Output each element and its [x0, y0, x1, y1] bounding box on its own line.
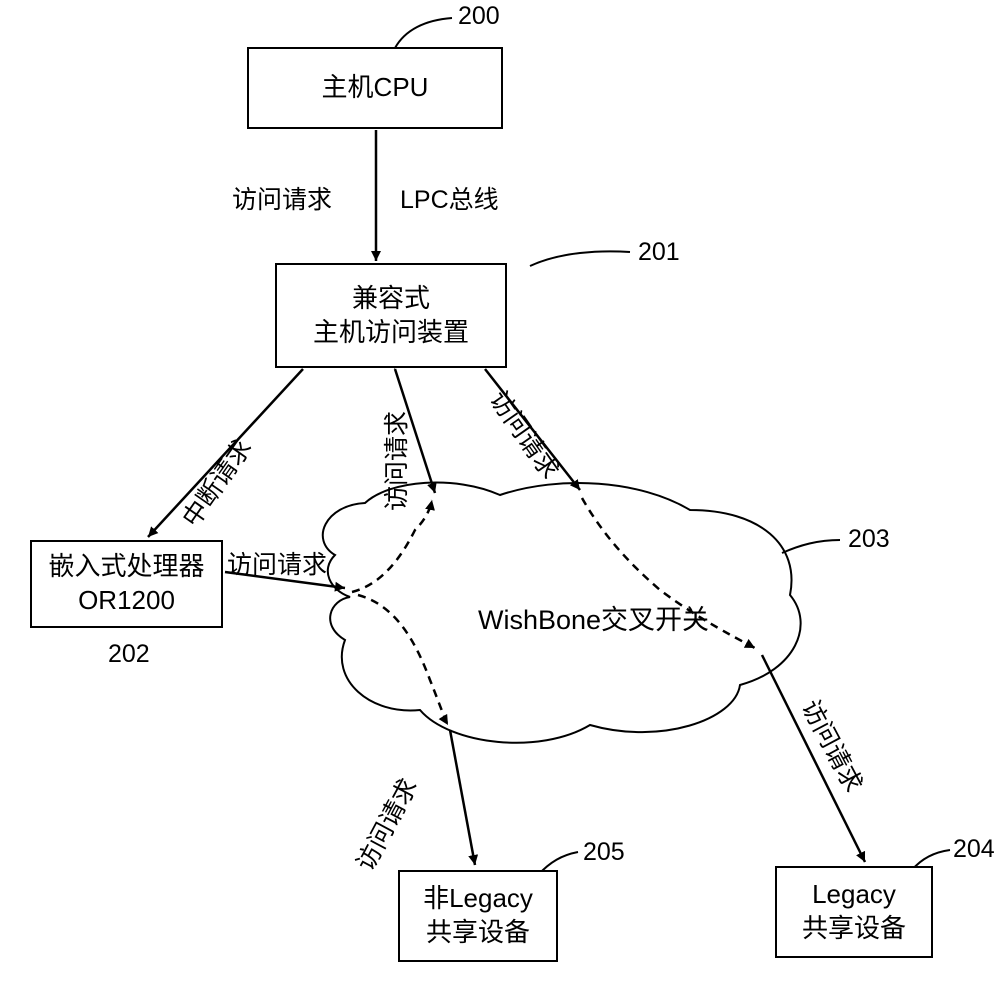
legacy-line1: Legacy: [812, 878, 896, 912]
host-access-line1: 兼容式: [352, 282, 430, 316]
crossbar-label: WishBone交叉开关: [478, 598, 709, 637]
host-cpu-label: 主机CPU: [322, 71, 429, 105]
ref-203: 203: [848, 525, 890, 554]
ref-201: 201: [638, 238, 680, 267]
label-interrupt-request: 中断请求: [172, 431, 259, 534]
ref-205: 205: [583, 838, 625, 867]
embedded-processor-box: 嵌入式处理器 OR1200: [30, 540, 223, 628]
diagram-canvas: 主机CPU 200 访问请求 LPC总线 兼容式 主机访问装置 201 中断请求…: [0, 0, 999, 1000]
label-access-request-6: 访问请求: [794, 693, 873, 798]
label-access-request-1: 访问请求: [232, 180, 332, 216]
label-access-request-5: 访问请求: [346, 771, 425, 876]
ref-200: 200: [458, 2, 500, 31]
diagram-svg: [0, 0, 999, 1000]
host-cpu-box: 主机CPU: [247, 47, 503, 129]
legacy-device-box: Legacy 共享设备: [775, 866, 933, 958]
host-access-line2: 主机访问装置: [313, 316, 469, 350]
ref-204: 204: [953, 835, 995, 864]
label-access-request-2: 访问请求: [377, 411, 413, 511]
legacy-line2: 共享设备: [802, 912, 906, 946]
non-legacy-line2: 共享设备: [426, 916, 530, 950]
label-access-request-3: 访问请求: [482, 383, 569, 486]
embedded-line2: OR1200: [78, 584, 175, 618]
label-access-request-4: 访问请求: [227, 545, 327, 581]
host-access-device-box: 兼容式 主机访问装置: [275, 263, 507, 368]
ref-202: 202: [108, 640, 150, 669]
non-legacy-line1: 非Legacy: [423, 882, 533, 916]
embedded-line1: 嵌入式处理器: [48, 550, 204, 584]
label-lpc-bus: LPC总线: [400, 180, 499, 216]
non-legacy-device-box: 非Legacy 共享设备: [398, 870, 558, 962]
